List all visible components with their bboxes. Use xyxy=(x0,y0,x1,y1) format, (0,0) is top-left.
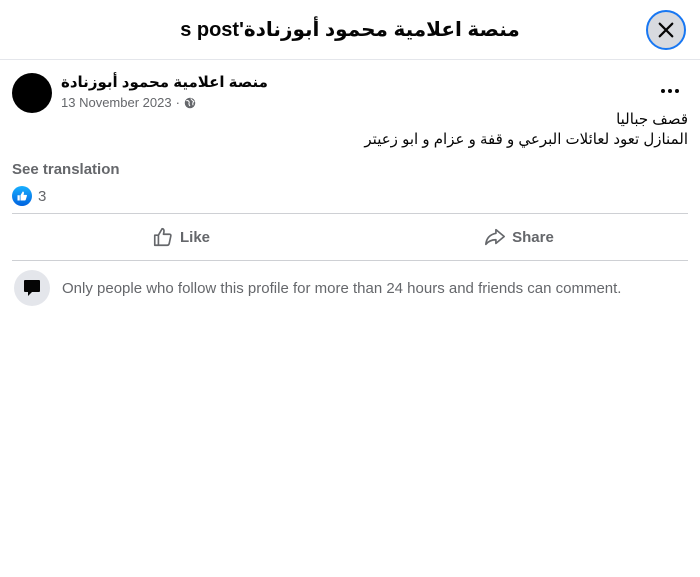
reaction-count: 3 xyxy=(38,187,47,205)
more-dot xyxy=(675,89,679,93)
share-label: Share xyxy=(512,228,554,246)
more-dot xyxy=(668,89,672,93)
close-icon xyxy=(658,22,674,38)
dialog-title: منصة اعلامية محمود أبوزنادة's post xyxy=(180,19,520,41)
post-actions: Like Share xyxy=(12,214,688,260)
post-meta: 13 November 2023 · xyxy=(61,95,196,110)
post-dialog: منصة اعلامية محمود أبوزنادة's post منصة … xyxy=(0,0,700,577)
close-button[interactable] xyxy=(646,10,686,50)
post-text: قصف جباليا المنازل تعود لعائلات البرعي و… xyxy=(28,110,688,150)
share-icon xyxy=(485,228,506,246)
comment-bubble-icon xyxy=(24,280,40,296)
author-name[interactable]: منصة اعلامية محمود أبوزنادة xyxy=(61,73,268,91)
see-translation-link[interactable]: See translation xyxy=(12,161,120,178)
like-reaction-icon xyxy=(12,186,32,206)
post-text-line: قصف جباليا xyxy=(616,111,688,128)
comment-notice-text: Only people who follow this profile for … xyxy=(62,279,622,297)
more-horizontal-icon xyxy=(661,89,665,93)
like-button[interactable]: Like xyxy=(12,214,350,260)
comment-restriction-notice: Only people who follow this profile for … xyxy=(14,270,621,306)
author-avatar[interactable] xyxy=(12,73,52,113)
globe-icon[interactable] xyxy=(184,97,196,109)
reactions-summary[interactable]: 3 xyxy=(12,186,46,206)
more-options-button[interactable] xyxy=(655,78,685,104)
thumbs-up-icon xyxy=(153,227,172,247)
dialog-header: منصة اعلامية محمود أبوزنادة's post xyxy=(0,0,700,60)
like-label: Like xyxy=(179,228,210,246)
actions-bottom-divider xyxy=(12,260,688,261)
share-button[interactable]: Share xyxy=(350,214,688,260)
post-date[interactable]: 13 November 2023 xyxy=(61,95,172,110)
meta-separator: · xyxy=(175,95,180,110)
comment-icon-container xyxy=(14,270,50,306)
post-text-line: المنازل تعود لعائلات البرعي و قفة و عزام… xyxy=(364,131,688,148)
